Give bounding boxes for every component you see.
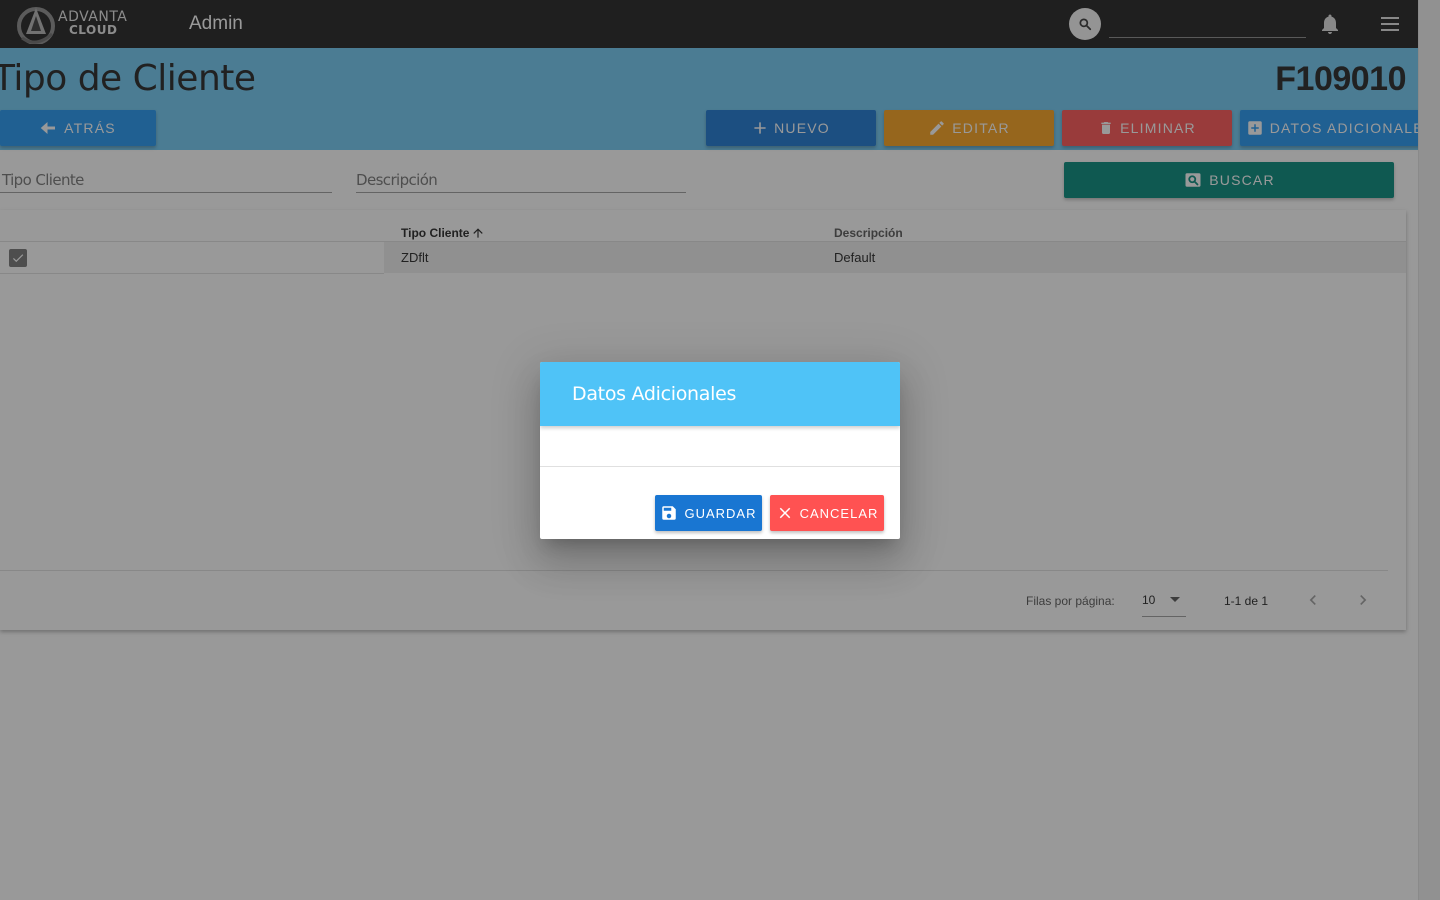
cancel-button-label: CANCELAR: [799, 505, 879, 521]
dialog-header: Datos Adicionales: [540, 362, 900, 426]
additional-data-dialog: Datos Adicionales GUARDAR CANCELAR: [540, 362, 900, 539]
save-button-label: GUARDAR: [684, 505, 757, 521]
floppy-disk-icon: [662, 506, 677, 520]
save-button[interactable]: GUARDAR: [655, 495, 762, 531]
close-icon: [779, 507, 790, 519]
dialog-title: Datos Adicionales: [572, 383, 737, 405]
cancel-button[interactable]: CANCELAR: [770, 495, 884, 531]
dialog-divider: [540, 466, 900, 467]
